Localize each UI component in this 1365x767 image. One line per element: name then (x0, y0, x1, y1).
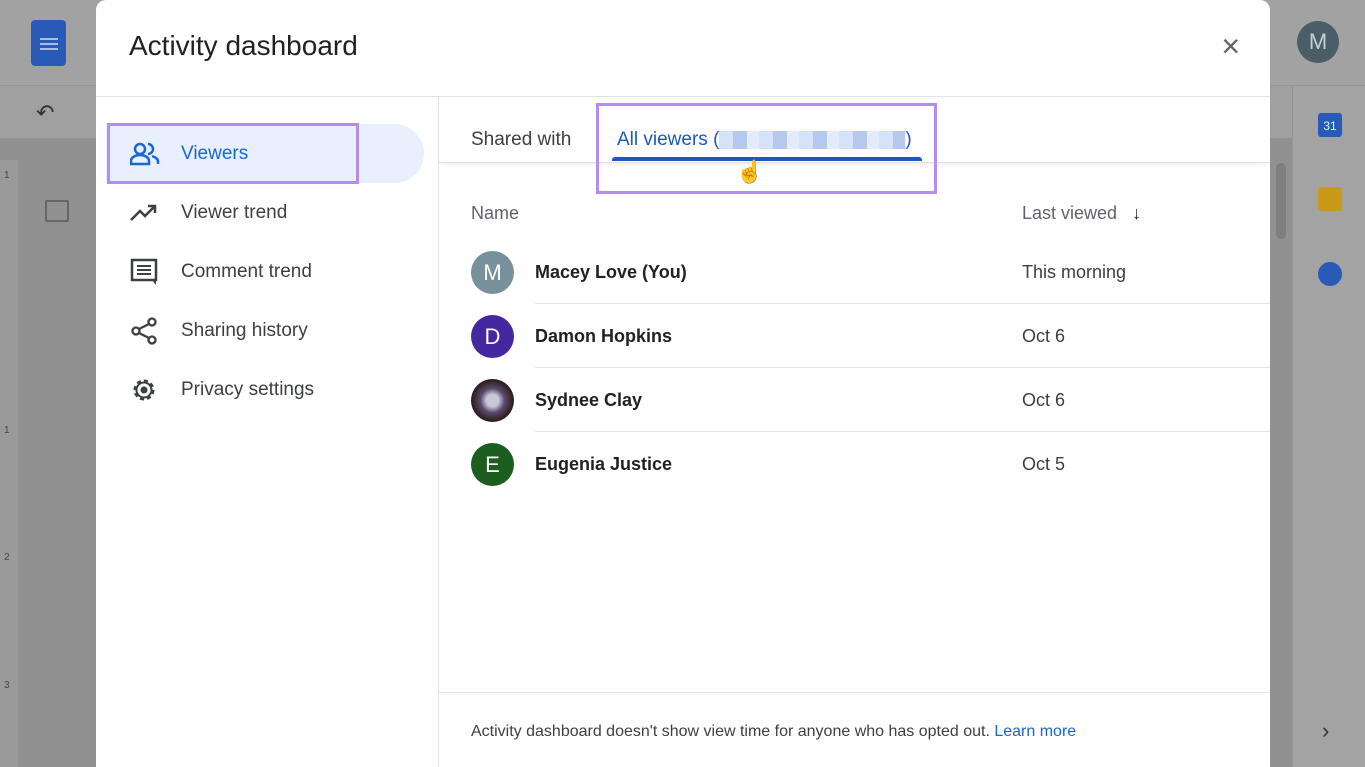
nav-item-comment-trend[interactable]: Comment trend (106, 242, 424, 301)
viewer-row: D Damon Hopkins Oct 6 (471, 304, 1270, 368)
calendar-icon[interactable]: 31 (1318, 113, 1342, 137)
avatar: E (471, 443, 514, 486)
learn-more-link[interactable]: Learn more (994, 723, 1076, 740)
nav-label: Viewer trend (181, 202, 287, 224)
dashboard-nav: Viewers Viewer trend Comment trend Shari… (96, 97, 439, 767)
outline-icon[interactable] (45, 200, 69, 222)
avatar-photo (471, 379, 514, 422)
column-label: Last viewed (1022, 203, 1117, 223)
nav-item-privacy-settings[interactable]: Privacy settings (106, 360, 424, 419)
share-icon (130, 317, 158, 345)
ruler-mark: 2 (4, 552, 10, 563)
gear-icon (130, 376, 158, 404)
avatar: D (471, 315, 514, 358)
last-viewed-date: Oct 6 (1022, 390, 1065, 411)
nav-item-viewer-trend[interactable]: Viewer trend (106, 183, 424, 242)
viewer-row: E Eugenia Justice Oct 5 (471, 432, 1270, 496)
tab-shared-with[interactable]: Shared with (471, 129, 571, 151)
comment-icon (130, 258, 158, 286)
keep-icon[interactable] (1318, 187, 1342, 211)
ruler-mark: 1 (4, 170, 10, 181)
scrollbar[interactable] (1276, 163, 1286, 239)
avatar: M (471, 251, 514, 294)
viewer-row: Sydnee Clay Oct 6 (471, 368, 1270, 432)
vertical-ruler: 1 1 2 3 (0, 160, 18, 767)
tasks-icon[interactable] (1318, 262, 1342, 286)
footer-note: Activity dashboard doesn't show view tim… (439, 692, 1270, 767)
undo-icon[interactable]: ↶ (36, 100, 54, 126)
highlight-box (107, 123, 359, 184)
highlight-box (596, 103, 937, 194)
trending-up-icon (130, 203, 158, 223)
sort-arrow-icon[interactable]: ↓ (1132, 203, 1141, 223)
viewer-name: Damon Hopkins (535, 326, 672, 347)
last-viewed-date: This morning (1022, 262, 1126, 283)
dialog-title: Activity dashboard (129, 30, 358, 62)
nav-label: Comment trend (181, 261, 312, 283)
activity-dashboard-dialog: Activity dashboard × Viewers Viewer tren… (96, 0, 1270, 767)
account-avatar[interactable]: M (1297, 21, 1339, 63)
nav-label: Privacy settings (181, 379, 314, 401)
ruler-mark: 1 (4, 425, 10, 436)
last-viewed-date: Oct 6 (1022, 326, 1065, 347)
viewer-name: Macey Love (You) (535, 262, 687, 283)
expand-panel-icon[interactable]: › (1322, 718, 1329, 744)
last-viewed-date: Oct 5 (1022, 454, 1065, 475)
nav-item-sharing-history[interactable]: Sharing history (106, 301, 424, 360)
nav-label: Sharing history (181, 320, 308, 342)
ruler-mark: 3 (4, 680, 10, 691)
viewer-row: M Macey Love (You) This morning (471, 240, 1270, 304)
column-header-name[interactable]: Name (471, 203, 519, 224)
viewer-name: Eugenia Justice (535, 454, 672, 475)
viewers-pane: Shared with All viewers () ☝ Name Last v… (439, 97, 1270, 767)
close-button[interactable]: × (1221, 30, 1240, 62)
column-header-last-viewed[interactable]: Last viewed ↓ (1022, 203, 1141, 224)
viewer-name: Sydnee Clay (535, 390, 642, 411)
footer-text: Activity dashboard doesn't show view tim… (471, 723, 994, 740)
docs-logo-icon[interactable] (31, 20, 66, 66)
